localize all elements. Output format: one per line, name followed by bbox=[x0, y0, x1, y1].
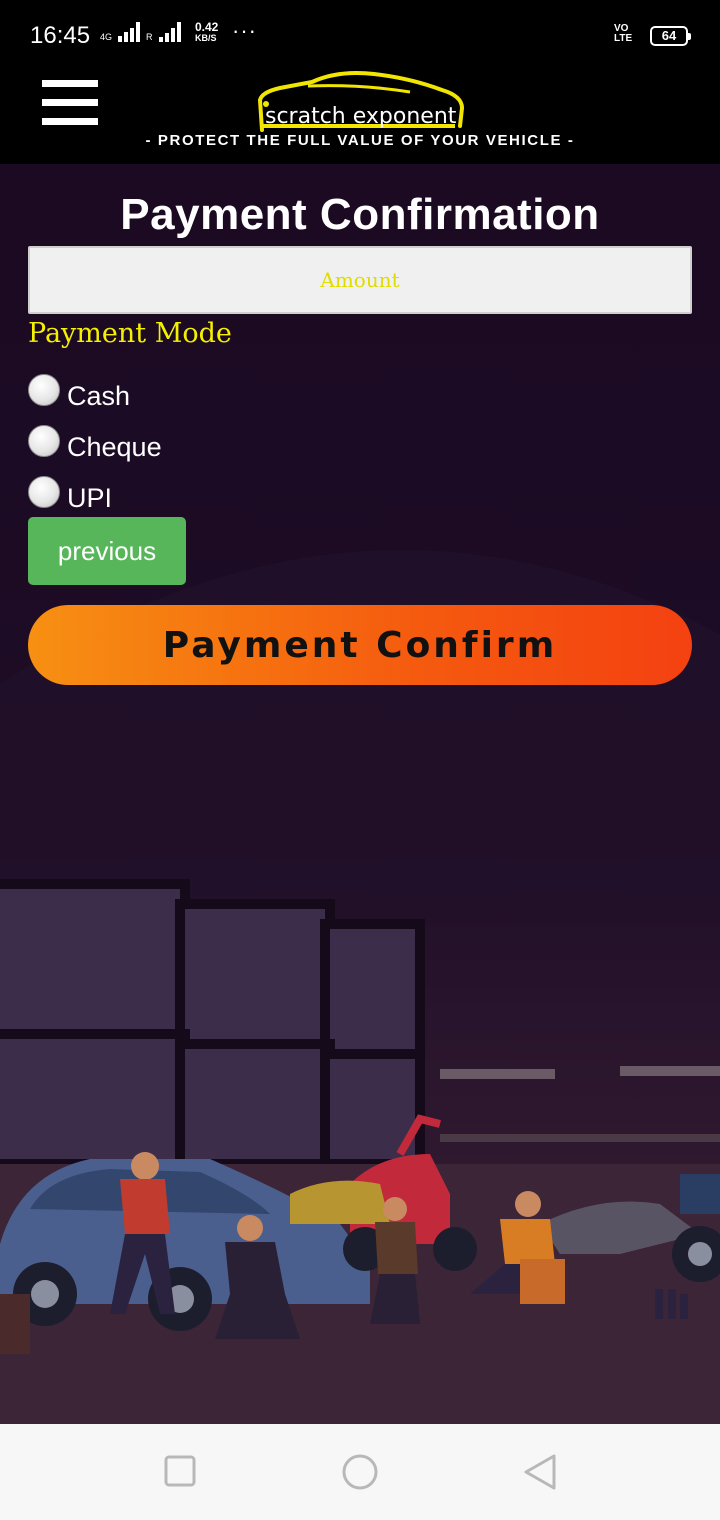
page-title: Payment Confirmation bbox=[120, 190, 600, 239]
amount-input[interactable] bbox=[28, 246, 692, 314]
garage-illustration bbox=[0, 164, 720, 1424]
signal-bars-icon bbox=[118, 22, 141, 42]
radio-label-cash: Cash bbox=[67, 380, 131, 411]
recent-apps-icon[interactable] bbox=[164, 1454, 196, 1488]
menu-icon[interactable] bbox=[42, 80, 98, 126]
status-time: 16:45 bbox=[30, 22, 91, 49]
radio-label-upi: UPI bbox=[67, 482, 113, 513]
signal-bars-2-icon bbox=[158, 22, 181, 42]
network-speed: 0.42 KB/S bbox=[195, 20, 219, 44]
radio-button-cheque[interactable] bbox=[28, 425, 60, 457]
battery-level: 64 bbox=[661, 28, 677, 43]
radio-button-upi[interactable] bbox=[28, 476, 60, 508]
more-notifications-icon: ··· bbox=[232, 18, 257, 43]
payment-mode-label: Payment Mode bbox=[28, 318, 232, 349]
radio-label-cheque: Cheque bbox=[67, 431, 162, 462]
volte-indicator: VO LTE bbox=[614, 24, 632, 44]
back-icon[interactable] bbox=[522, 1454, 558, 1490]
roaming-label: R bbox=[146, 32, 153, 42]
tagline: - PROTECT THE FULL VALUE OF YOUR VEHICLE… bbox=[145, 132, 575, 149]
network-type-label: 4G bbox=[100, 32, 113, 42]
volte-bottom: LTE bbox=[614, 33, 633, 44]
app-header: scratch exponent - PROTECT THE FULL VALU… bbox=[0, 64, 720, 164]
home-icon[interactable] bbox=[340, 1454, 380, 1490]
payment-confirm-button[interactable]: Payment Confirm bbox=[28, 605, 692, 685]
status-bar: 16:45 4G R 0.42 KB/S ··· VO LTE 64 bbox=[0, 0, 720, 64]
logo-text: scratch exponent bbox=[265, 104, 457, 129]
speed-unit: KB/S bbox=[195, 33, 217, 43]
radio-option-cash[interactable]: Cash bbox=[28, 374, 130, 411]
previous-button[interactable]: previous bbox=[28, 517, 186, 585]
radio-button-cash[interactable] bbox=[28, 374, 60, 406]
navigation-bar bbox=[0, 1424, 720, 1520]
radio-option-upi[interactable]: UPI bbox=[28, 476, 112, 513]
battery-icon: 64 bbox=[650, 26, 691, 46]
speed-value: 0.42 bbox=[195, 20, 219, 34]
network-indicator: 4G R bbox=[100, 22, 181, 42]
radio-option-cheque[interactable]: Cheque bbox=[28, 425, 162, 462]
